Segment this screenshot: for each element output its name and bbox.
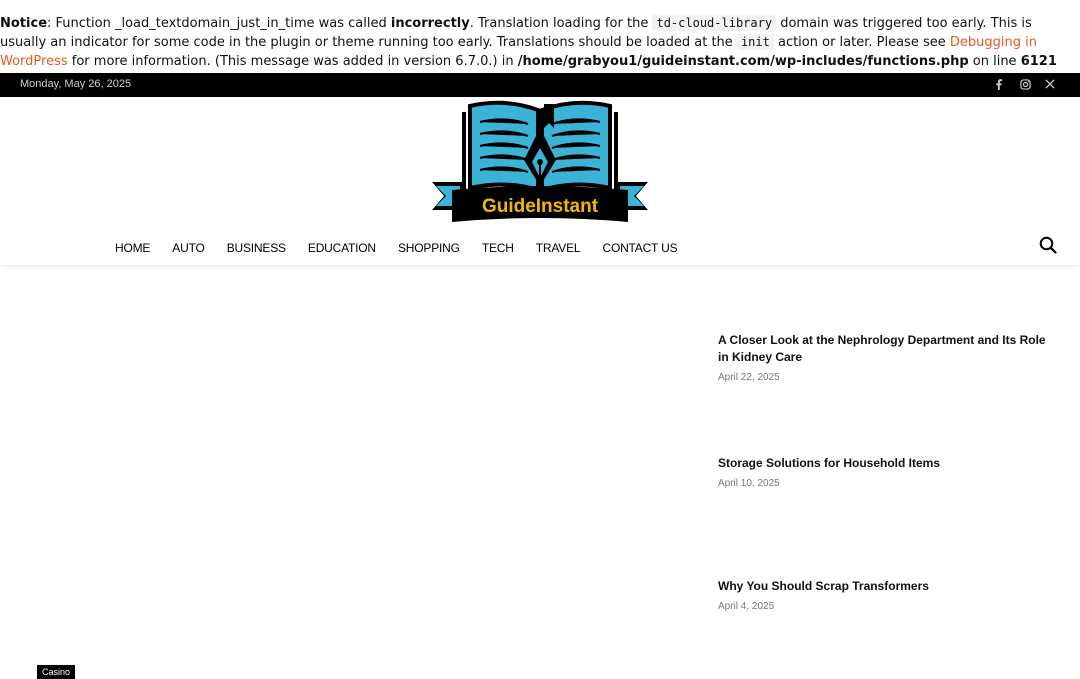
logo-text: GuideInstant <box>482 196 599 217</box>
x-icon[interactable] <box>1041 76 1059 94</box>
nav-item-business[interactable]: BUSINESS <box>227 241 286 255</box>
post-title[interactable]: Storage Solutions for Household Items <box>718 455 1048 472</box>
file-path: /home/grabyou1/guideinstant.com/wp-inclu… <box>517 54 969 69</box>
nav-item-auto[interactable]: AUTO <box>172 241 205 255</box>
nav-item-education[interactable]: EDUCATION <box>308 241 376 255</box>
sidebar-post[interactable]: A Closer Look at the Nephrology Departme… <box>718 332 1048 383</box>
notice-label: Notice <box>0 16 48 31</box>
post-date: April 22, 2025 <box>718 372 780 383</box>
post-date: April 4, 2025 <box>718 601 775 612</box>
php-notice: Notice: Function _load_textdomain_just_i… <box>0 15 1057 69</box>
nav-item-shopping[interactable]: SHOPPING <box>398 241 460 255</box>
nav-list: HOME AUTO BUSINESS EDUCATION SHOPPING TE… <box>115 237 694 256</box>
search-icon[interactable] <box>1039 236 1059 256</box>
code-domain: td-cloud-library <box>652 15 777 31</box>
line-number: 6121 <box>1020 54 1057 69</box>
facebook-icon[interactable] <box>990 76 1008 94</box>
sidebar-post[interactable]: Why You Should Scrap Transformers April … <box>718 578 1048 612</box>
post-title[interactable]: A Closer Look at the Nephrology Departme… <box>718 332 1048 366</box>
nav-item-tech[interactable]: TECH <box>482 241 514 255</box>
post-title[interactable]: Why You Should Scrap Transformers <box>718 578 1048 595</box>
nav-item-home[interactable]: HOME <box>115 241 150 255</box>
current-date: Monday, May 26, 2025 <box>20 78 132 90</box>
instagram-icon[interactable] <box>1016 76 1034 94</box>
post-date: April 10, 2025 <box>718 478 780 489</box>
code-init: init <box>736 34 774 50</box>
main-nav: HOME AUTO BUSINESS EDUCATION SHOPPING TE… <box>0 226 1080 265</box>
site-logo[interactable]: GuideInstant <box>430 98 650 224</box>
top-bar: Monday, May 26, 2025 <box>0 73 1080 97</box>
nav-item-travel[interactable]: TRAVEL <box>536 241 581 255</box>
category-tag[interactable]: Casino <box>37 665 76 679</box>
nav-item-contact-us[interactable]: CONTACT US <box>602 241 677 255</box>
sidebar-post[interactable]: Storage Solutions for Household Items Ap… <box>718 455 1048 489</box>
